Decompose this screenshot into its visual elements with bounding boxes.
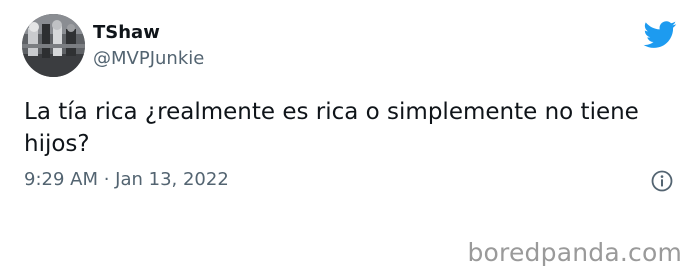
display-name[interactable]: TShaw [93, 22, 160, 43]
watermark: boredpanda.com [467, 238, 682, 267]
tweet-card: TShaw @MVPJunkie La tía rica ¿realmente … [0, 0, 700, 210]
avatar-image [22, 14, 85, 77]
twitter-bird-icon[interactable] [643, 21, 677, 49]
tweet-text: La tía rica ¿realmente es rica o simplem… [24, 99, 639, 157]
info-icon[interactable] [651, 170, 673, 192]
timestamp[interactable]: 9:29 AM · Jan 13, 2022 [24, 169, 229, 190]
avatar[interactable] [22, 14, 85, 77]
handle[interactable]: @MVPJunkie [93, 48, 204, 69]
